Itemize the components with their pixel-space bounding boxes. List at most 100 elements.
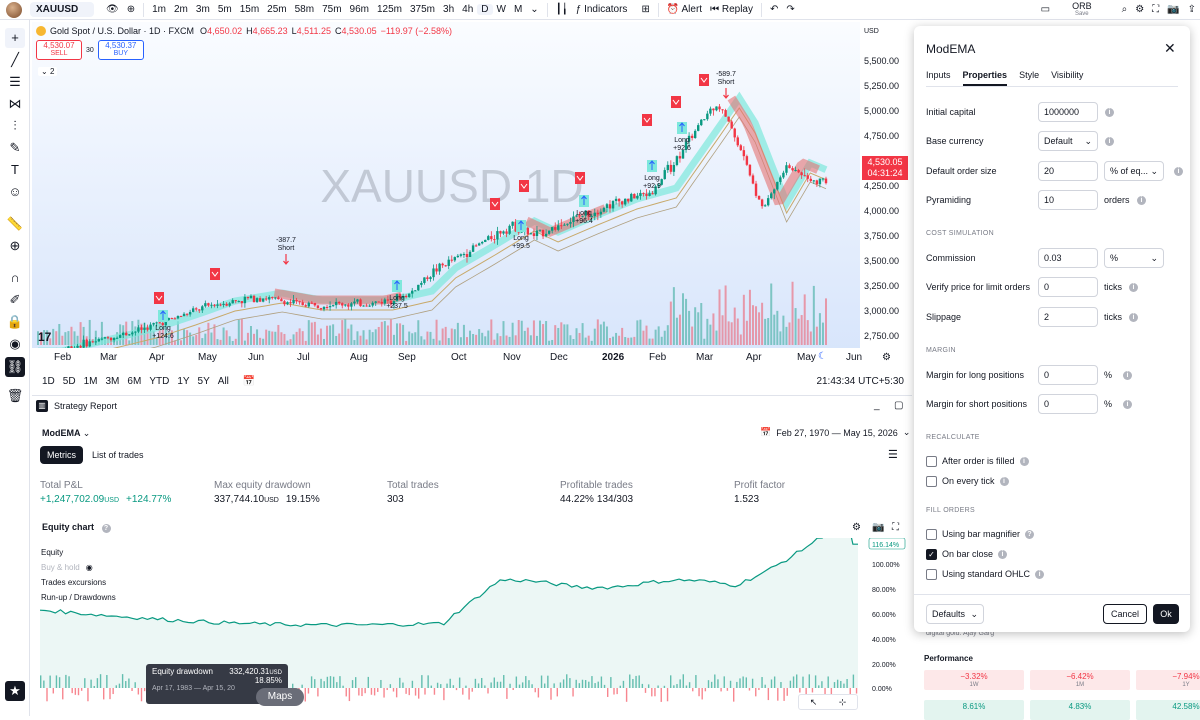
minimize-icon[interactable]: _ (874, 400, 880, 411)
defaults-button[interactable]: Defaults ⌄ (926, 604, 984, 624)
performance-cell[interactable]: 8.61% (924, 700, 1024, 720)
interval-5m[interactable]: 5m (214, 4, 236, 15)
close-icon[interactable]: ✕ (1164, 40, 1176, 57)
publish-icon[interactable]: ⇪ (1184, 4, 1200, 15)
legend-item[interactable]: Run-up / Drawdowns (41, 590, 116, 605)
eye-icon[interactable]: ◉ (86, 563, 93, 572)
redo-icon[interactable]: ↷ (782, 4, 798, 15)
gear-icon[interactable]: ⚙ (852, 522, 861, 533)
interval-96m[interactable]: 96m (346, 4, 373, 15)
camera-icon[interactable]: 📷 (1163, 4, 1183, 15)
strategy-selector[interactable]: ModEMA ⌄ (42, 428, 90, 439)
info-icon[interactable]: i (1019, 456, 1029, 466)
range-6M[interactable]: 6M (123, 376, 145, 387)
info-icon[interactable]: i (1137, 196, 1146, 205)
settings-gear-icon[interactable]: ⚙ (882, 352, 891, 363)
initial-capital-input[interactable]: 1000000 (1038, 102, 1098, 122)
eye-icon[interactable]: 👁 (102, 4, 123, 15)
sell-button[interactable]: 4,530.07 SELL (36, 40, 82, 60)
indicator-toggle[interactable]: ⌄ 2 (38, 67, 58, 76)
price-chart[interactable]: XAUUSD 1D Long +124.6 -387.7 Short Long +237.… (32, 22, 912, 370)
bar-style-icon[interactable]: ┃╽ (552, 4, 572, 15)
tab-inputs[interactable]: Inputs (926, 70, 951, 86)
templates-icon[interactable]: ⊞ (637, 4, 653, 15)
lock-icon[interactable]: 🔒 (5, 312, 25, 332)
interval-58m[interactable]: 58m (291, 4, 318, 15)
tradingview-logo[interactable]: 17 (38, 330, 51, 344)
info-icon[interactable]: i (1105, 108, 1114, 117)
tab-list-of-trades[interactable]: List of trades (85, 446, 151, 464)
calendar-goto-icon[interactable]: 📅 (239, 376, 259, 387)
ruler-icon[interactable]: 📏 (5, 214, 25, 234)
info-icon[interactable]: ? (1025, 529, 1035, 539)
compare-add-icon[interactable]: ⊕ (123, 4, 139, 15)
range-1Y[interactable]: 1Y (173, 376, 193, 387)
info-icon[interactable]: i (1129, 283, 1138, 292)
columns-icon[interactable]: ☰ (888, 448, 898, 461)
checkbox-unchecked[interactable] (926, 528, 937, 540)
interval-15m[interactable]: 15m (236, 4, 263, 15)
range-YTD[interactable]: YTD (145, 376, 173, 387)
pattern-icon[interactable]: ⋈ (5, 94, 25, 114)
lock-draw-icon[interactable]: ✐ (5, 290, 25, 310)
verify-input[interactable]: 0 (1038, 277, 1098, 297)
checkbox-unchecked[interactable] (926, 568, 937, 580)
emoji-icon[interactable]: ☺ (5, 182, 25, 202)
avatar[interactable] (6, 1, 22, 18)
performance-cell[interactable]: −3.32% 1W (924, 670, 1024, 690)
checkbox-unchecked[interactable] (926, 475, 937, 487)
text-icon[interactable]: T (5, 160, 25, 180)
moon-icon[interactable]: ☾ (818, 351, 827, 362)
info-icon[interactable]: i (1129, 313, 1138, 322)
trash-icon[interactable]: 🗑 (5, 386, 25, 406)
tab-style[interactable]: Style (1019, 70, 1039, 86)
fib-icon[interactable]: ☰ (5, 72, 25, 92)
layout-save[interactable]: ORB Save (1072, 1, 1092, 18)
legend-item[interactable]: Equity (41, 545, 116, 560)
info-icon[interactable]: i (999, 476, 1009, 486)
tab-metrics[interactable]: Metrics (40, 446, 83, 464)
indicators-button[interactable]: ƒ Indicators (572, 4, 632, 15)
chart-title[interactable]: Gold Spot / U.S. Dollar · 1D · FXCM (50, 26, 194, 36)
info-icon[interactable]: i (1123, 400, 1132, 409)
performance-cell[interactable]: 42.58% (1136, 700, 1200, 720)
legend-item[interactable]: Trades excursions (41, 575, 116, 590)
interval-3h[interactable]: 3h (439, 4, 458, 15)
performance-cell[interactable]: −6.42% 1M (1030, 670, 1130, 690)
info-icon[interactable]: i (1035, 569, 1045, 579)
range-1D[interactable]: 1D (38, 376, 59, 387)
expand-icon[interactable]: ⛶ (892, 522, 899, 533)
ohlc-checkbox[interactable]: Using standard OHLC i (926, 564, 1045, 584)
info-icon[interactable]: i (998, 549, 1008, 559)
after-fill-checkbox[interactable]: After order is filled i (926, 451, 1029, 471)
replay-button[interactable]: ⏮ Replay (706, 4, 757, 15)
interval-375m[interactable]: 375m (406, 4, 439, 15)
camera-icon[interactable]: 📷 (872, 522, 884, 533)
order-size-input[interactable]: 20 (1038, 161, 1098, 181)
interval-75m[interactable]: 75m (318, 4, 345, 15)
legend-item[interactable]: Buy & hold ◉ (41, 560, 116, 575)
fullscreen-icon[interactable]: ⛶ (1148, 4, 1163, 15)
checkbox-checked[interactable]: ✓ (926, 548, 937, 560)
time-axis[interactable]: Feb Mar Apr May Jun Jul Aug Sep Oct Nov Dec 2026 Feb… (32, 348, 912, 370)
symbol-search[interactable]: XAUUSD (30, 2, 94, 17)
range-5D[interactable]: 5D (59, 376, 80, 387)
interval-25m[interactable]: 25m (263, 4, 290, 15)
info-icon[interactable]: i (1105, 137, 1114, 146)
crosshair-icon[interactable]: + (5, 28, 25, 48)
info-icon[interactable]: i (1123, 371, 1132, 380)
alert-button[interactable]: ⏰ Alert (663, 4, 706, 15)
interval-W[interactable]: W (493, 4, 510, 15)
margin-short-input[interactable]: 0 (1038, 394, 1098, 414)
range-5Y[interactable]: 5Y (194, 376, 214, 387)
maps-button[interactable]: Maps (256, 688, 304, 706)
ok-button[interactable]: Ok (1153, 604, 1179, 624)
interval-M[interactable]: M (510, 4, 526, 15)
base-currency-select[interactable]: Default ⌄ (1038, 131, 1098, 151)
undo-icon[interactable]: ↶ (766, 4, 782, 15)
trend-line-icon[interactable]: ╱ (5, 50, 25, 70)
chevron-down-icon[interactable]: ⌄ (526, 4, 542, 15)
checkbox-unchecked[interactable] (926, 455, 937, 467)
gear-icon[interactable]: ⚙ (1131, 4, 1148, 15)
interval-1m[interactable]: 1m (148, 4, 170, 15)
